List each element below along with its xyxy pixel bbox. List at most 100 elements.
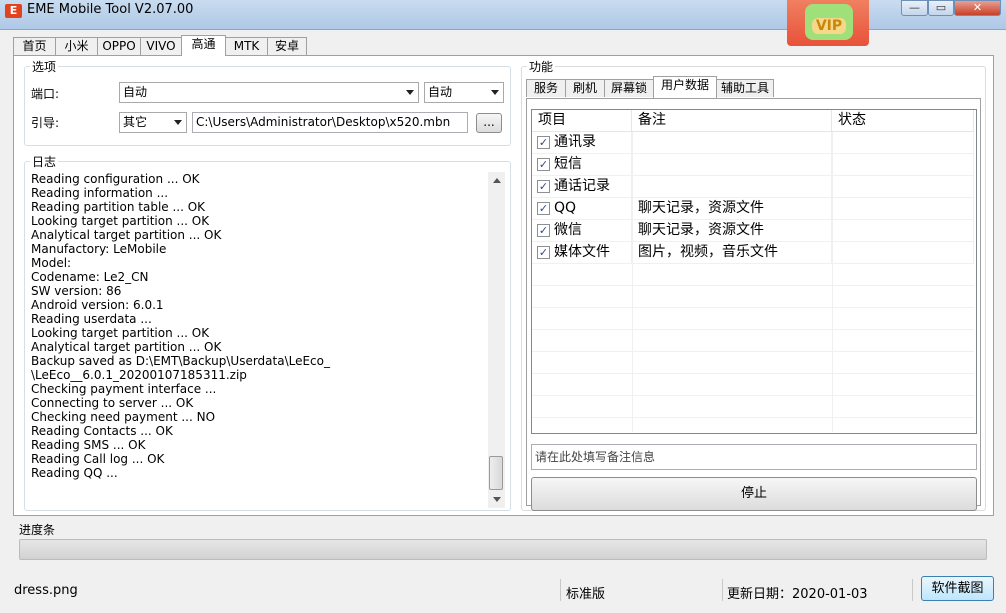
tab-oppo[interactable]: OPPO [97, 37, 141, 55]
log-line: Checking need payment ... NO [31, 410, 216, 424]
checkbox[interactable]: ✓ [537, 158, 550, 171]
boot-select[interactable]: 其它 [119, 112, 187, 133]
status-update-date: 更新日期：2020-01-03 [727, 587, 868, 602]
item-name: 短信 [554, 154, 632, 176]
log-line: Reading partition table ... OK [31, 200, 206, 214]
tab-mtk[interactable]: MTK [225, 37, 268, 55]
log-line: Model: [31, 256, 72, 270]
boot-path-input[interactable]: C:\Users\Administrator\Desktop\x520.mbn [192, 112, 468, 133]
list-item[interactable]: ✓ 通讯录 [532, 132, 974, 154]
check-icon: ✓ [538, 246, 549, 259]
tab-home[interactable]: 首页 [13, 37, 56, 55]
scroll-up-icon[interactable] [493, 178, 501, 183]
log-group: 日志 Reading configuration ... OK Reading … [24, 153, 511, 511]
log-line: Reading QQ ... [31, 466, 118, 480]
list-item[interactable]: ✓ 短信 [532, 154, 974, 176]
checkbox[interactable]: ✓ [537, 224, 550, 237]
log-line: Reading Contacts ... OK [31, 424, 173, 438]
tab-android[interactable]: 安卓 [267, 37, 307, 55]
chevron-down-icon [406, 90, 414, 95]
user-data-list[interactable]: 项目 备注 状态 ✓ 通讯录 ✓ 短信 ✓ 通话记录 ✓ QQ 聊天记录，资源文… [531, 109, 977, 434]
list-item [532, 396, 974, 418]
checkbox[interactable]: ✓ [537, 180, 550, 193]
item-note [632, 132, 832, 154]
vip-icon: VIP [805, 4, 853, 40]
options-group: 选项 端口: 自动 自动 引导: 其它 C:\Users\Administrat… [24, 58, 511, 146]
item-name: 通话记录 [554, 176, 632, 198]
browse-button[interactable]: ... [476, 113, 502, 133]
log-line: Reading userdata ... [31, 312, 152, 326]
note-input[interactable]: 请在此处填写备注信息 [531, 444, 977, 470]
scroll-down-icon[interactable] [493, 497, 501, 502]
tab-tools[interactable]: 辅助工具 [716, 79, 774, 97]
qualcomm-panel: 选项 端口: 自动 自动 引导: 其它 C:\Users\Administrat… [13, 55, 994, 516]
stop-button[interactable]: 停止 [531, 477, 977, 511]
vip-badge[interactable]: VIP [787, 0, 869, 46]
functions-group: 功能 服务 刷机 屏幕锁 用户数据 辅助工具 项目 备注 状态 ✓ 通讯录 ✓ … [521, 58, 986, 511]
item-note [632, 154, 832, 176]
item-note [632, 176, 832, 198]
list-item[interactable]: ✓ 微信 聊天记录，资源文件 [532, 220, 974, 242]
item-status [832, 220, 974, 242]
log-line: Connecting to server ... OK [31, 396, 194, 410]
tab-flash[interactable]: 刷机 [565, 79, 605, 97]
log-line: Reading information ... [31, 186, 169, 200]
checkbox[interactable]: ✓ [537, 202, 550, 215]
log-scrollbar[interactable] [488, 172, 505, 508]
list-header: 项目 备注 状态 [532, 110, 976, 132]
tab-vivo[interactable]: VIVO [140, 37, 182, 55]
tab-screen-lock[interactable]: 屏幕锁 [604, 79, 654, 97]
port-select-value: 自动 [123, 85, 148, 99]
close-button[interactable]: ✕ [954, 0, 1001, 16]
tab-service[interactable]: 服务 [526, 79, 566, 97]
list-item [532, 308, 974, 330]
column-divider [832, 132, 833, 432]
item-note: 聊天记录，资源文件 [632, 198, 832, 220]
screenshot-button[interactable]: 软件截图 [921, 576, 994, 601]
item-name: QQ [554, 198, 632, 220]
maximize-button[interactable]: ▭ [928, 0, 954, 16]
status-divider [560, 579, 561, 601]
log-line: Analytical target partition ... OK [31, 340, 222, 354]
checkbox[interactable]: ✓ [537, 136, 550, 149]
list-item [532, 330, 974, 352]
column-divider [632, 132, 633, 432]
tab-user-data[interactable]: 用户数据 [653, 76, 717, 98]
log-line: Reading configuration ... OK [31, 172, 200, 186]
log-line: Looking target partition ... OK [31, 326, 210, 340]
status-divider [912, 579, 913, 601]
port-mode-value: 自动 [428, 85, 453, 99]
log-line: Looking target partition ... OK [31, 214, 210, 228]
column-header-note[interactable]: 备注 [632, 110, 832, 132]
checkbox[interactable]: ✓ [537, 246, 550, 259]
log-scroll-thumb[interactable] [489, 456, 503, 490]
column-header-status[interactable]: 状态 [832, 110, 974, 132]
log-line: Analytical target partition ... OK [31, 228, 222, 242]
port-label: 端口: [31, 87, 60, 101]
item-note: 图片，视频，音乐文件 [632, 242, 832, 264]
user-data-panel: 项目 备注 状态 ✓ 通讯录 ✓ 短信 ✓ 通话记录 ✓ QQ 聊天记录，资源文… [526, 98, 981, 511]
tab-qualcomm[interactable]: 高通 [181, 35, 226, 56]
list-item[interactable]: ✓ 媒体文件 图片，视频，音乐文件 [532, 242, 974, 264]
log-line: Reading Call log ... OK [31, 452, 165, 466]
item-note: 聊天记录，资源文件 [632, 220, 832, 242]
log-line: Backup saved as D:\EMT\Backup\Userdata\L… [31, 354, 330, 368]
app-logo-icon: E [5, 4, 22, 18]
function-tab-strip: 服务 刷机 屏幕锁 用户数据 辅助工具 [526, 76, 982, 98]
options-legend: 选项 [30, 58, 59, 75]
check-icon: ✓ [538, 224, 549, 237]
list-item[interactable]: ✓ QQ 聊天记录，资源文件 [532, 198, 974, 220]
item-status [832, 176, 974, 198]
list-item [532, 374, 974, 396]
log-output[interactable]: Reading configuration ... OK Reading inf… [31, 172, 505, 508]
column-header-item[interactable]: 项目 [532, 110, 632, 132]
log-line: Reading SMS ... OK [31, 438, 146, 452]
progress-label: 进度条 [19, 523, 56, 537]
list-item[interactable]: ✓ 通话记录 [532, 176, 974, 198]
list-item [532, 264, 974, 286]
tab-xiaomi[interactable]: 小米 [55, 37, 98, 55]
port-select[interactable]: 自动 [119, 82, 419, 103]
log-line: Checking payment interface ... [31, 382, 217, 396]
minimize-button[interactable]: — [901, 0, 928, 16]
port-mode-select[interactable]: 自动 [424, 82, 504, 103]
